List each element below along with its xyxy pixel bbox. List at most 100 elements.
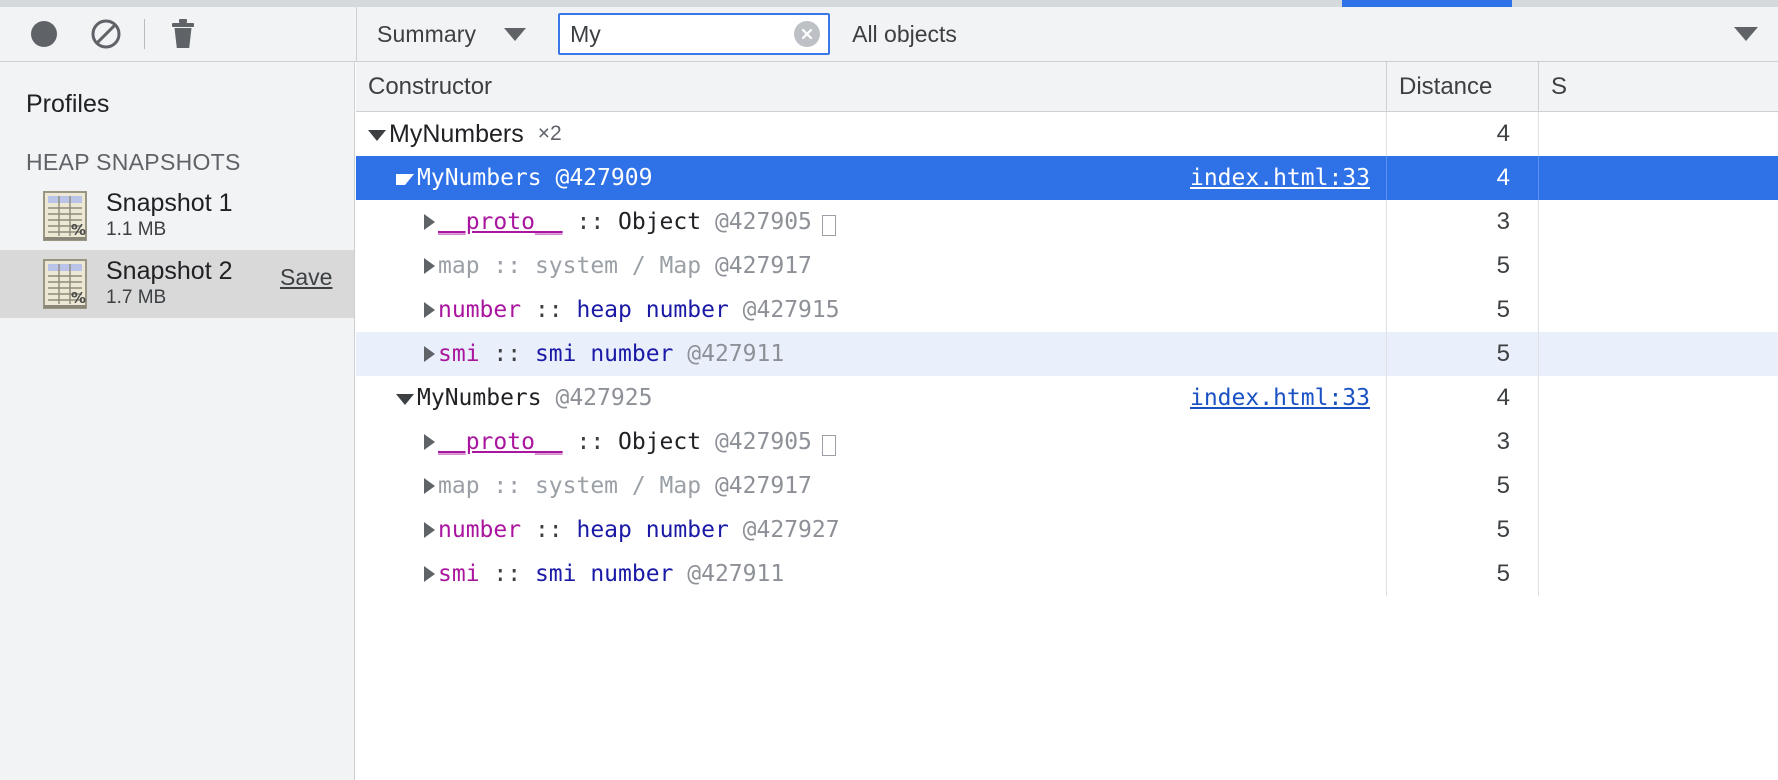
cell-distance: 4 — [1386, 112, 1538, 156]
property-separator: :: — [480, 552, 535, 596]
property-type: system / Map — [535, 244, 715, 288]
snapshot-text: Snapshot 11.1 MB — [106, 189, 233, 242]
heap-profiler-panel: Summary All objects Profiles HEAP SNAPSH… — [0, 0, 1778, 780]
snapshot-save-link[interactable]: Save — [280, 264, 332, 291]
triangle-right-icon[interactable] — [424, 478, 435, 494]
triangle-right-icon[interactable] — [424, 302, 435, 318]
cell-constructor: MyNumbers×2 — [356, 112, 1386, 156]
table-row[interactable]: smi :: smi number @4279115 — [356, 552, 1778, 596]
property-name: map — [438, 464, 480, 508]
trash-icon[interactable] — [161, 12, 205, 56]
property-type: Object — [618, 420, 715, 464]
tab-strip — [0, 0, 1778, 7]
toolbar: Summary All objects — [0, 7, 1778, 62]
snapshot-text: Snapshot 21.7 MB — [106, 257, 233, 310]
cell-constructor: smi :: smi number @427911 — [356, 332, 1386, 376]
property-type: smi number — [535, 332, 687, 376]
table-row[interactable]: map :: system / Map @4279175 — [356, 464, 1778, 508]
column-header-constructor[interactable]: Constructor — [356, 62, 1386, 111]
object-address: @427905 — [715, 420, 812, 464]
toolbar-overflow-chevron-down-icon[interactable] — [1734, 27, 1758, 41]
property-separator: :: — [480, 464, 535, 508]
cell-distance: 5 — [1386, 552, 1538, 596]
cell-distance: 5 — [1386, 508, 1538, 552]
cell-constructor: map :: system / Map @427917 — [356, 244, 1386, 288]
svg-text:%: % — [71, 289, 86, 307]
cell-constructor: smi :: smi number @427911 — [356, 552, 1386, 596]
cell-shallow-size — [1538, 508, 1778, 552]
record-circle-icon[interactable] — [22, 12, 66, 56]
snapshot-icon: % — [38, 257, 92, 311]
column-header-distance[interactable]: Distance — [1386, 62, 1538, 111]
instance-name: MyNumbers — [417, 156, 555, 200]
cell-constructor: MyNumbers @427925index.html:33 — [356, 376, 1386, 420]
active-tab-indicator — [1342, 0, 1512, 7]
triangle-down-icon[interactable] — [396, 174, 414, 185]
search-input[interactable] — [558, 13, 830, 55]
cell-shallow-size — [1538, 288, 1778, 332]
triangle-right-icon[interactable] — [424, 346, 435, 362]
triangle-right-icon[interactable] — [424, 522, 435, 538]
property-type: heap number — [576, 288, 742, 332]
table-row[interactable]: __proto__ :: Object @4279053 — [356, 200, 1778, 244]
object-address: @427911 — [687, 552, 784, 596]
property-name: number — [438, 288, 521, 332]
no-entry-icon[interactable] — [84, 12, 128, 56]
property-separator: :: — [563, 420, 618, 464]
object-address: @427909 — [555, 156, 652, 200]
cell-distance: 5 — [1386, 288, 1538, 332]
table-row[interactable]: smi :: smi number @4279115 — [356, 332, 1778, 376]
source-location-link[interactable]: index.html:33 — [1190, 385, 1370, 411]
triangle-right-icon[interactable] — [424, 214, 435, 230]
source-location-link[interactable]: index.html:33 — [1190, 165, 1370, 191]
table-row[interactable]: number :: heap number @4279155 — [356, 288, 1778, 332]
object-filter-label[interactable]: All objects — [852, 21, 957, 48]
table-row[interactable]: MyNumbers×24 — [356, 112, 1778, 156]
column-header-shallow-size[interactable]: S — [1538, 62, 1778, 111]
sidebar-title: Profiles — [0, 62, 354, 119]
object-address: @427905 — [715, 200, 812, 244]
sidebar-section-heap-snapshots: HEAP SNAPSHOTS — [0, 119, 354, 182]
triangle-down-icon[interactable] — [368, 130, 386, 141]
snapshot-name: Snapshot 1 — [106, 189, 233, 218]
property-separator: :: — [521, 288, 576, 332]
object-address: @427911 — [687, 332, 784, 376]
triangle-down-icon[interactable] — [396, 394, 414, 405]
snapshot-size: 1.7 MB — [106, 286, 233, 311]
cell-constructor: MyNumbers @427909 index.html:33 — [356, 156, 1386, 200]
cell-constructor: map :: system / Map @427917 — [356, 464, 1386, 508]
cell-constructor: __proto__ :: Object @427905 — [356, 200, 1386, 244]
triangle-right-icon[interactable] — [424, 434, 435, 450]
cell-constructor: number :: heap number @427927 — [356, 508, 1386, 552]
cell-distance: 4 — [1386, 376, 1538, 420]
toolbar-right-group: Summary All objects — [356, 7, 1778, 61]
property-type: system / Map — [535, 464, 715, 508]
cell-shallow-size — [1538, 376, 1778, 420]
table-row[interactable]: MyNumbers @427925index.html:334 — [356, 376, 1778, 420]
missing-glyph-box-icon — [822, 215, 836, 236]
property-name: smi — [438, 332, 480, 376]
snapshot-item[interactable]: % Snapshot 21.7 MB Save — [0, 250, 354, 318]
object-address: @427925 — [555, 376, 652, 420]
table-row[interactable]: MyNumbers @427909index.html:334 — [356, 156, 1778, 200]
triangle-right-icon[interactable] — [424, 566, 435, 582]
table-row[interactable]: number :: heap number @4279275 — [356, 508, 1778, 552]
cell-shallow-size — [1538, 112, 1778, 156]
snapshot-icon: % — [38, 189, 92, 243]
table-row[interactable]: __proto__ :: Object @4279053 — [356, 420, 1778, 464]
snapshot-item[interactable]: % Snapshot 11.1 MB — [0, 182, 354, 250]
property-separator: :: — [563, 200, 618, 244]
property-separator: :: — [521, 508, 576, 552]
view-mode-select[interactable]: Summary — [369, 14, 534, 54]
property-type: heap number — [576, 508, 742, 552]
triangle-right-icon[interactable] — [424, 258, 435, 274]
clear-circle-icon[interactable] — [794, 21, 820, 47]
cell-shallow-size — [1538, 200, 1778, 244]
cell-shallow-size — [1538, 332, 1778, 376]
property-separator: :: — [480, 332, 535, 376]
chevron-down-icon — [504, 28, 526, 41]
table-row[interactable]: map :: system / Map @4279175 — [356, 244, 1778, 288]
svg-text:%: % — [71, 221, 86, 239]
cell-shallow-size — [1538, 420, 1778, 464]
toolbar-left-group — [0, 7, 355, 61]
